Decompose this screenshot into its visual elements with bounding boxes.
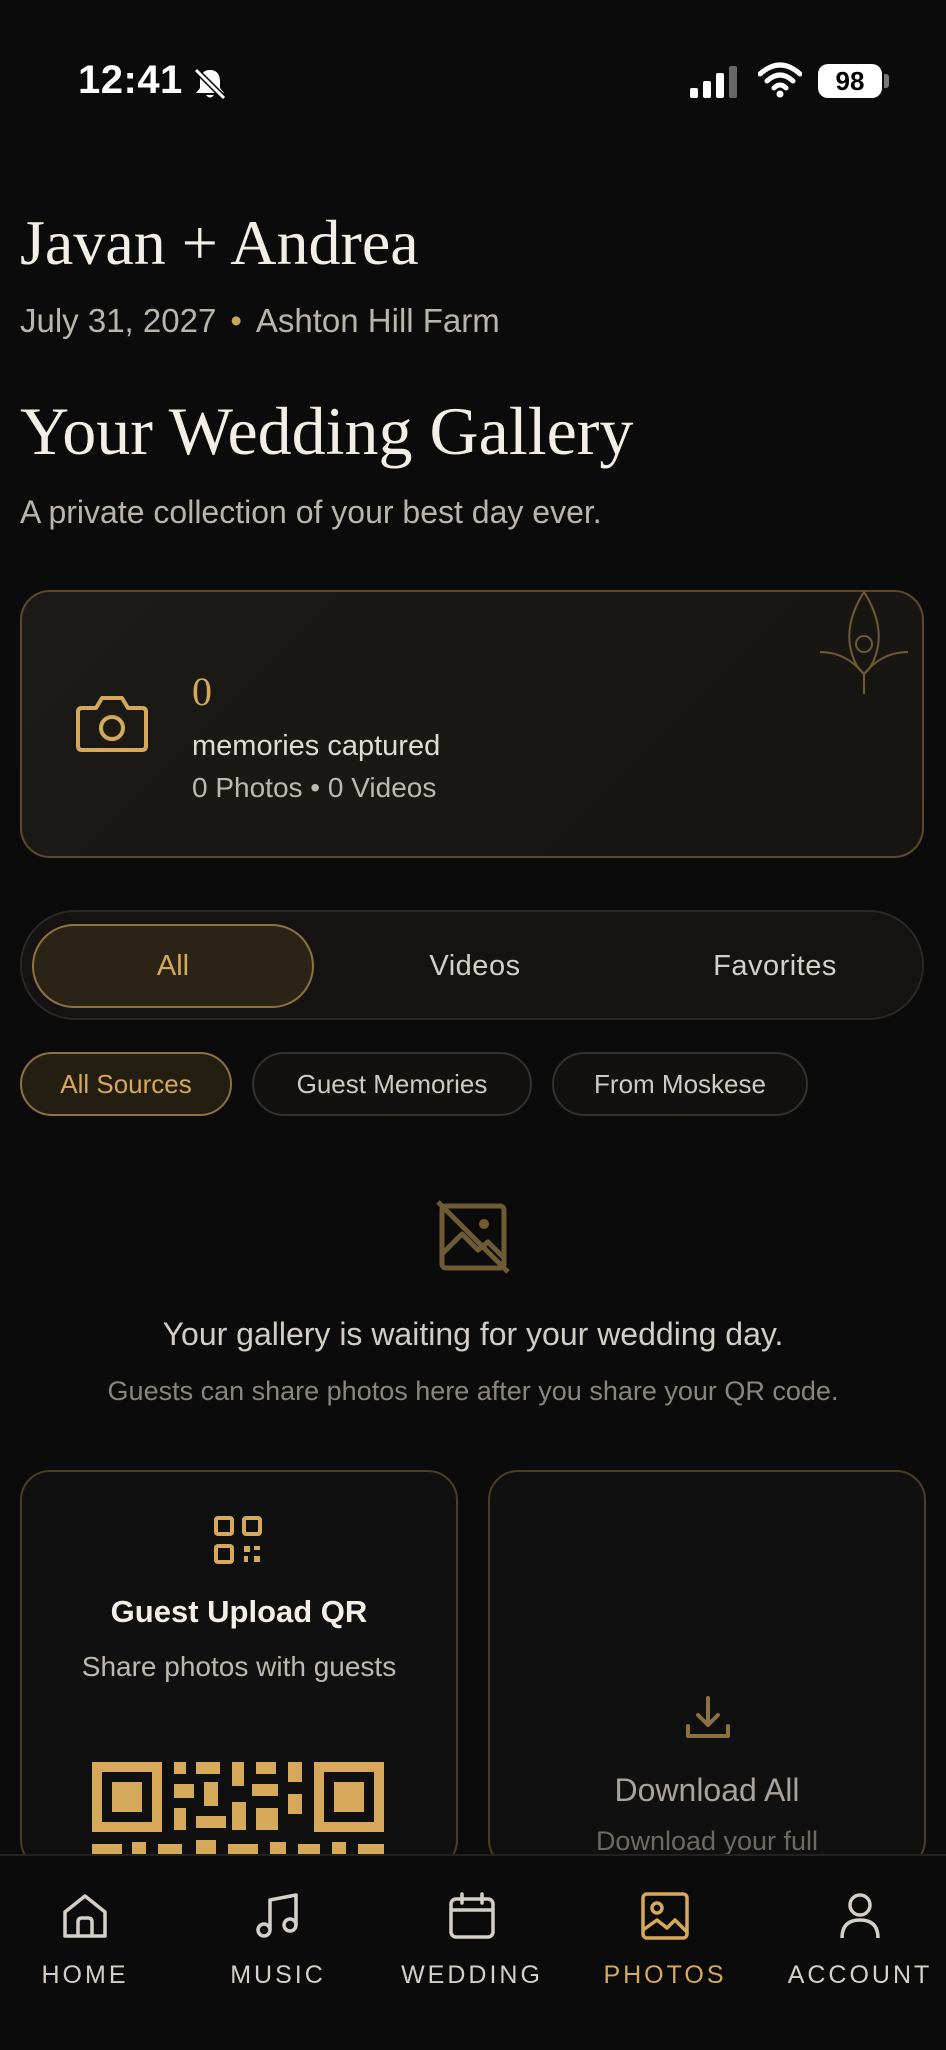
tab-all[interactable]: All <box>32 924 314 1008</box>
signal-icon <box>690 66 737 98</box>
no-image-icon <box>436 1200 510 1274</box>
nav-home-label: HOME <box>41 1961 129 1989</box>
memories-detail: 0 Photos • 0 Videos <box>192 772 437 803</box>
nav-wedding[interactable]: WEDDING <box>387 1890 557 1990</box>
wedding-date: July 31, 2027 <box>20 302 217 339</box>
nav-photos[interactable]: PHOTOS <box>580 1890 750 1990</box>
nav-music-label: MUSIC <box>230 1961 326 1989</box>
wifi-icon <box>758 62 802 98</box>
nav-music[interactable]: MUSIC <box>193 1890 363 1990</box>
qr-code-image[interactable] <box>92 1762 384 1854</box>
battery-cap <box>884 74 889 88</box>
chip-all-sources[interactable]: All Sources <box>20 1052 232 1116</box>
home-icon <box>63 1894 107 1938</box>
qr-card-subtitle: Share photos with guests <box>81 1651 397 1682</box>
download-card-title: Download All <box>614 1772 800 1808</box>
download-icon <box>686 1696 730 1738</box>
memories-count: 0 <box>192 669 212 714</box>
image-icon <box>641 1892 689 1940</box>
empty-state-subtitle: Guests can share photos here after you s… <box>107 1376 839 1406</box>
nav-wedding-label: WEDDING <box>401 1961 543 1989</box>
empty-state-title: Your gallery is waiting for your wedding… <box>162 1316 784 1352</box>
qr-code-icon <box>214 1516 262 1564</box>
ornament-icon <box>819 590 909 694</box>
page-title: Your Wedding Gallery <box>20 393 634 469</box>
couple-names: Javan + Andrea <box>20 207 419 278</box>
chip-from-moskese[interactable]: From Moskese <box>552 1052 808 1116</box>
camera-icon <box>76 696 148 752</box>
calendar-icon <box>449 1892 495 1939</box>
qr-card-title: Guest Upload QR <box>110 1594 368 1629</box>
wedding-date-venue: July 31, 2027 • Ashton Hill Farm <box>20 302 500 340</box>
nav-home[interactable]: HOME <box>0 1890 170 1990</box>
nav-account[interactable]: ACCOUNT <box>775 1890 945 1990</box>
nav-account-label: ACCOUNT <box>787 1961 933 1989</box>
separator-dot: • <box>230 302 242 339</box>
tab-favorites[interactable]: Favorites <box>640 924 910 1008</box>
status-time: 12:41 <box>78 58 183 102</box>
chip-guest-memories[interactable]: Guest Memories <box>252 1052 532 1116</box>
download-card-subtitle: Download your full <box>595 1826 819 1856</box>
battery-indicator: 98 <box>818 64 882 98</box>
memories-label: memories captured <box>192 730 441 762</box>
page-subtitle: A private collection of your best day ev… <box>20 494 602 530</box>
download-all-card[interactable] <box>488 1470 926 1870</box>
tab-videos[interactable]: Videos <box>340 924 610 1008</box>
memories-stats-card <box>20 590 924 858</box>
nav-photos-label: PHOTOS <box>603 1961 727 1989</box>
bell-muted-icon <box>193 67 227 101</box>
wedding-venue: Ashton Hill Farm <box>255 302 500 339</box>
user-icon <box>840 1893 880 1939</box>
music-icon <box>256 1893 298 1938</box>
